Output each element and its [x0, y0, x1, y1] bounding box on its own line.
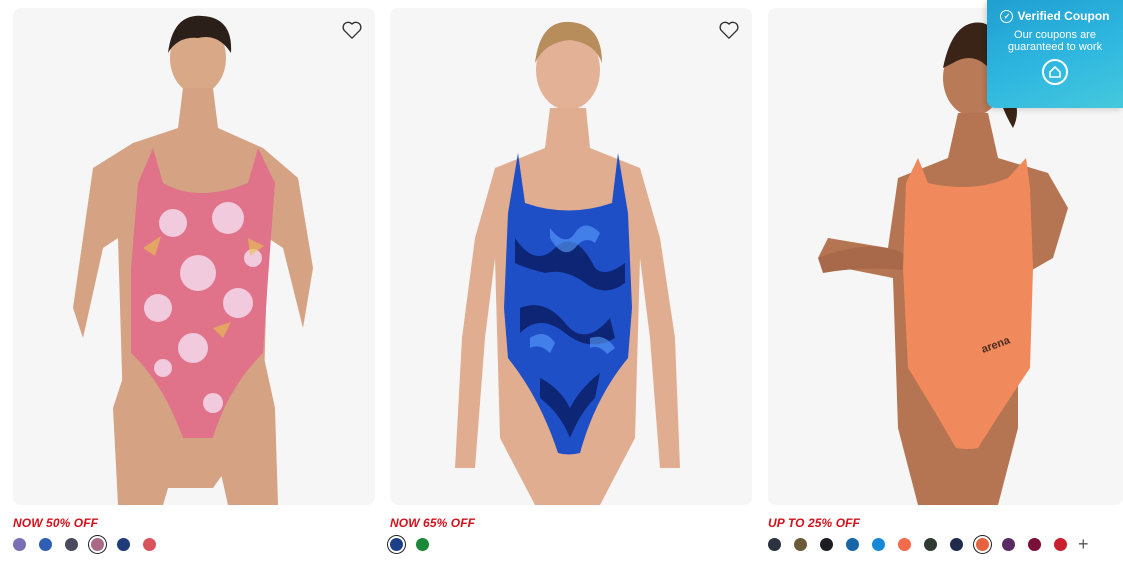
- color-swatch[interactable]: [924, 538, 937, 551]
- color-swatches: +: [768, 535, 1089, 553]
- coupon-subtitle: Our coupons are guaranteed to work: [1007, 29, 1103, 53]
- heart-icon[interactable]: [718, 20, 740, 40]
- color-swatch[interactable]: [794, 538, 807, 551]
- color-swatch[interactable]: [1002, 538, 1015, 551]
- coupon-title: Verified Coupon: [1017, 9, 1110, 23]
- color-swatch[interactable]: [846, 538, 859, 551]
- sale-badge: NOW 65% OFF: [390, 516, 476, 530]
- color-swatch[interactable]: [416, 538, 429, 551]
- color-swatch[interactable]: [1054, 538, 1067, 551]
- color-swatch[interactable]: [1028, 538, 1041, 551]
- model-illustration: [455, 21, 680, 505]
- check-circle-icon: ✓: [1000, 9, 1014, 23]
- product-image[interactable]: [390, 8, 752, 505]
- coupon-brand-icon[interactable]: [1042, 59, 1068, 85]
- color-swatch[interactable]: [65, 538, 78, 551]
- product-card[interactable]: NOW 65% OFF: [390, 8, 752, 551]
- color-swatch[interactable]: [39, 538, 52, 551]
- color-swatch[interactable]: [898, 538, 911, 551]
- heart-icon[interactable]: [341, 20, 363, 40]
- color-swatch[interactable]: [976, 538, 989, 551]
- color-swatch[interactable]: [143, 538, 156, 551]
- color-swatch[interactable]: [950, 538, 963, 551]
- color-swatch[interactable]: [768, 538, 781, 551]
- color-swatch[interactable]: [13, 538, 26, 551]
- color-swatch[interactable]: [872, 538, 885, 551]
- more-colors-button[interactable]: +: [1078, 535, 1089, 553]
- color-swatch[interactable]: [117, 538, 130, 551]
- color-swatch[interactable]: [820, 538, 833, 551]
- tag-icon: [1049, 66, 1061, 78]
- coupon-title-row: ✓ Verified Coupon: [987, 9, 1123, 23]
- product-card[interactable]: NOW 50% OFF: [13, 8, 375, 551]
- color-swatches: [13, 538, 169, 551]
- sale-badge: UP TO 25% OFF: [768, 516, 860, 530]
- color-swatch[interactable]: [91, 538, 104, 551]
- verified-coupon-popup[interactable]: ✓ Verified Coupon Our coupons are guaran…: [987, 0, 1123, 108]
- sale-badge: NOW 50% OFF: [13, 516, 99, 530]
- product-image[interactable]: [13, 8, 375, 505]
- color-swatches: [390, 538, 442, 551]
- model-illustration: [73, 15, 313, 505]
- color-swatch[interactable]: [390, 538, 403, 551]
